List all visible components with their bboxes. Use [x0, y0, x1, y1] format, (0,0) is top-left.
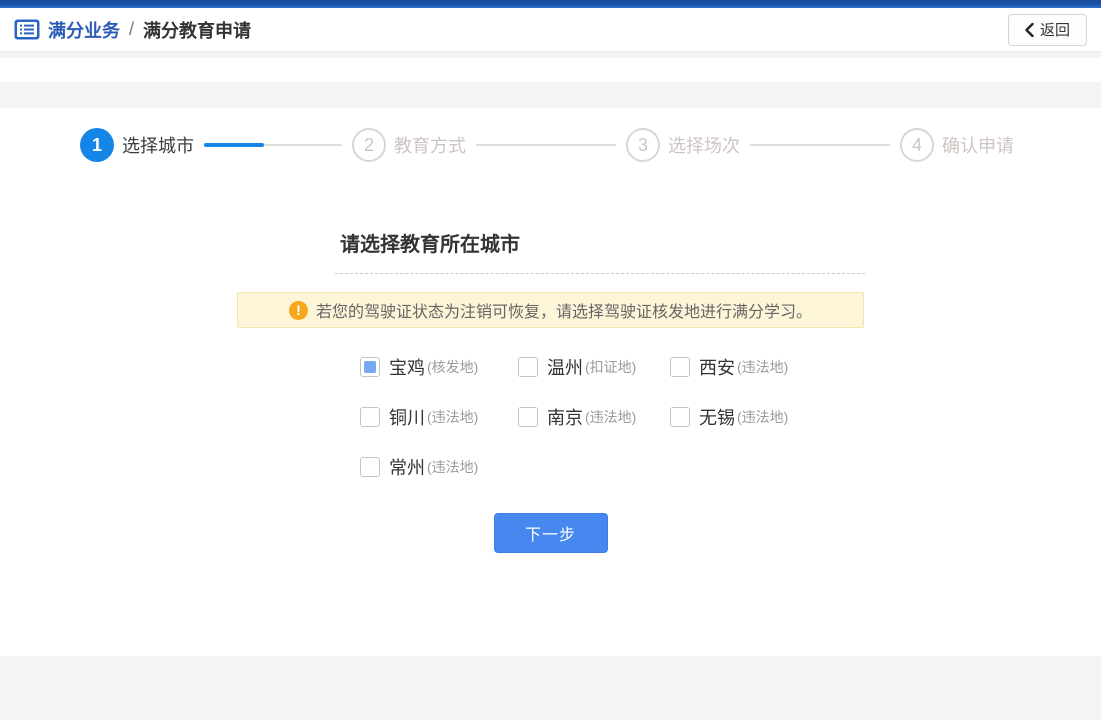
city-tag: (违法地)	[427, 457, 478, 477]
city-option-xian[interactable]: 西安 (违法地)	[670, 342, 850, 392]
step-2-circle: 2	[352, 128, 386, 162]
step-1-label: 选择城市	[122, 132, 194, 158]
city-option-nanjing[interactable]: 南京 (违法地)	[518, 392, 670, 442]
app-title[interactable]: 满分业务	[48, 17, 120, 43]
city-name: 宝鸡	[389, 354, 425, 380]
stepper: 1 选择城市 2 教育方式 3 选择场次 4 确认申请	[0, 108, 1101, 162]
checkbox[interactable]	[360, 407, 380, 427]
main-panel: 1 选择城市 2 教育方式 3 选择场次 4 确认申请 请选择教育所在城市 ! …	[0, 108, 1101, 656]
breadcrumb: 满分业务 / 满分教育申请	[14, 17, 251, 43]
city-option-tongchuan[interactable]: 铜川 (违法地)	[360, 392, 518, 442]
city-tag: (违法地)	[427, 407, 478, 427]
step-2-label: 教育方式	[394, 132, 466, 158]
back-button-label: 返回	[1040, 19, 1070, 40]
section-title: 请选择教育所在城市	[335, 228, 865, 257]
step-1-circle: 1	[80, 128, 114, 162]
city-options-grid: 宝鸡 (核发地) 温州 (扣证地) 西安 (违法地) 铜川 (违法地) 南京 (…	[360, 342, 1101, 492]
city-name: 南京	[547, 404, 583, 430]
city-option-wenzhou[interactable]: 温州 (扣证地)	[518, 342, 670, 392]
checkbox[interactable]	[360, 357, 380, 377]
checkbox[interactable]	[360, 457, 380, 477]
back-button[interactable]: 返回	[1008, 14, 1087, 46]
step-connector-1	[204, 143, 342, 147]
city-name: 铜川	[389, 404, 425, 430]
notice-banner: ! 若您的驾驶证状态为注销可恢复，请选择驾驶证核发地进行满分学习。	[237, 292, 864, 328]
next-button[interactable]: 下一步	[494, 513, 608, 553]
city-tag: (核发地)	[427, 357, 478, 377]
exclamation-icon: !	[289, 301, 308, 320]
step-3-label: 选择场次	[668, 132, 740, 158]
city-tag: (违法地)	[585, 407, 636, 427]
city-tag: (违法地)	[737, 407, 788, 427]
city-tag: (违法地)	[737, 357, 788, 377]
sub-header-band	[0, 58, 1101, 82]
step-3-circle: 3	[626, 128, 660, 162]
spacer-band	[0, 82, 1101, 108]
notice-text: 若您的驾驶证状态为注销可恢复，请选择驾驶证核发地进行满分学习。	[316, 298, 812, 322]
city-name: 常州	[389, 454, 425, 480]
step-4-circle: 4	[900, 128, 934, 162]
city-option-baoji[interactable]: 宝鸡 (核发地)	[360, 342, 518, 392]
breadcrumb-separator: /	[129, 19, 134, 40]
step-connector-3	[750, 144, 890, 146]
city-tag: (扣证地)	[585, 357, 636, 377]
top-blue-strip	[0, 0, 1101, 8]
page-title: 满分教育申请	[143, 17, 251, 43]
chevron-left-icon	[1025, 23, 1034, 37]
city-name: 温州	[547, 354, 583, 380]
step-connector-2	[476, 144, 616, 146]
checkbox[interactable]	[670, 407, 690, 427]
step-4-label: 确认申请	[942, 132, 1014, 158]
list-icon	[14, 19, 40, 40]
section-title-block: 请选择教育所在城市	[335, 228, 865, 274]
header-bar: 满分业务 / 满分教育申请 返回	[0, 8, 1101, 52]
city-option-changzhou[interactable]: 常州 (违法地)	[360, 442, 518, 492]
checkbox[interactable]	[670, 357, 690, 377]
city-option-wuxi[interactable]: 无锡 (违法地)	[670, 392, 850, 442]
checkbox[interactable]	[518, 357, 538, 377]
checkbox[interactable]	[518, 407, 538, 427]
city-name: 无锡	[699, 404, 735, 430]
city-name: 西安	[699, 354, 735, 380]
